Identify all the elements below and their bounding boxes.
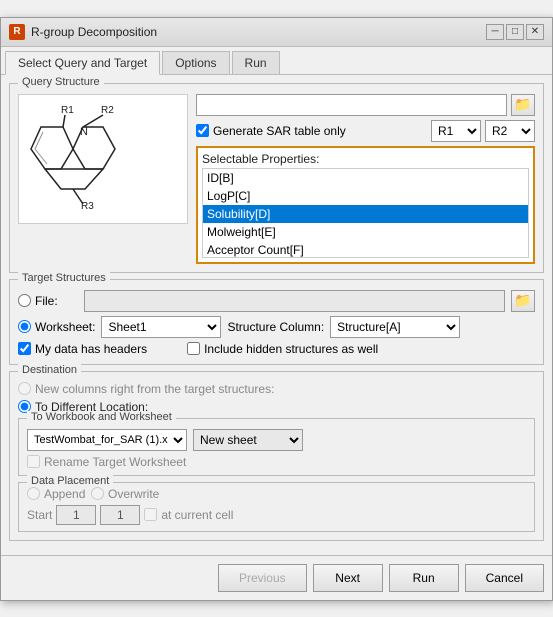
destination-inner: New columns right from the target struct… [18, 382, 535, 532]
prop-item-2[interactable]: Solubility[D] [203, 205, 528, 223]
append-overwrite-row: Append Overwrite [27, 487, 526, 501]
new-columns-label: New columns right from the target struct… [35, 382, 274, 396]
tab-select-query[interactable]: Select Query and Target [5, 51, 160, 75]
r2-select[interactable]: R2 R1 [485, 120, 535, 142]
headers-checkbox-label[interactable]: My data has headers [18, 342, 147, 356]
target-structures-title: Target Structures [18, 272, 110, 284]
title-buttons: ─ □ ✕ [486, 24, 544, 40]
query-file-input[interactable] [196, 94, 507, 116]
destination-group: Destination New columns right from the t… [9, 371, 544, 541]
worksheet-label: Worksheet: [35, 320, 95, 334]
location-group-title: To Workbook and Worksheet [27, 411, 176, 423]
headers-checkbox[interactable] [18, 342, 31, 355]
app-icon: R [9, 24, 25, 40]
start-col-input [56, 505, 96, 525]
target-file-row: File: 📁 [18, 290, 535, 312]
query-right: 📁 Generate SAR table only R1 R2 [196, 94, 535, 264]
bottom-bar: Previous Next Run Cancel [1, 555, 552, 600]
r1-select[interactable]: R1 R2 [431, 120, 481, 142]
at-current-label: at current cell [161, 508, 233, 522]
structure-column-label: Structure Column: [227, 320, 324, 334]
r-group-selects: R1 R2 R2 R1 [431, 120, 535, 142]
sar-label: Generate SAR table only [213, 124, 346, 138]
title-bar-left: R R-group Decomposition [9, 24, 157, 40]
append-radio [27, 487, 40, 500]
run-button[interactable]: Run [389, 564, 459, 592]
molecule-box: R1 R2 R3 N [18, 94, 188, 224]
next-button[interactable]: Next [313, 564, 383, 592]
data-placement-group: Data Placement Append Overwrite Start [18, 482, 535, 532]
minimize-button[interactable]: ─ [486, 24, 504, 40]
sar-checkbox-label[interactable]: Generate SAR table only [196, 124, 346, 138]
prop-item-1[interactable]: LogP[C] [203, 187, 528, 205]
overwrite-label[interactable]: Overwrite [91, 487, 159, 501]
tab-run[interactable]: Run [232, 51, 280, 74]
new-columns-row: New columns right from the target struct… [18, 382, 535, 396]
selectable-props-label: Selectable Properties: [202, 152, 529, 166]
worksheet-radio-label[interactable]: Worksheet: [18, 320, 95, 334]
sar-row: Generate SAR table only R1 R2 R2 R1 [196, 120, 535, 142]
append-label[interactable]: Append [27, 487, 87, 501]
file-radio-label[interactable]: File: [18, 294, 78, 308]
main-content: Query Structure R1 R2 R3 N [1, 75, 552, 555]
props-list[interactable]: ID[B] LogP[C] Solubility[D] Molweight[E]… [202, 168, 529, 258]
structure-column-select[interactable]: Structure[A] [330, 316, 460, 338]
new-columns-radio [18, 382, 31, 395]
query-folder-button[interactable]: 📁 [511, 94, 535, 116]
molecule-svg: R1 R2 R3 N [23, 99, 183, 219]
worksheet-radio[interactable] [18, 320, 31, 333]
target-folder-button[interactable]: 📁 [511, 290, 535, 312]
file-label: File: [35, 294, 58, 308]
close-button[interactable]: ✕ [526, 24, 544, 40]
data-placement-title: Data Placement [27, 475, 113, 487]
prop-item-3[interactable]: Molweight[E] [203, 223, 528, 241]
hidden-checkbox[interactable] [187, 342, 200, 355]
selectable-props-container: Selectable Properties: ID[B] LogP[C] Sol… [196, 146, 535, 264]
sar-checkbox[interactable] [196, 124, 209, 137]
overwrite-radio [91, 487, 104, 500]
tab-options[interactable]: Options [162, 51, 229, 74]
rename-label: Rename Target Worksheet [44, 455, 186, 469]
query-structure-group: Query Structure R1 R2 R3 N [9, 83, 544, 273]
query-structure-inner: R1 R2 R3 N [18, 94, 535, 264]
worksheet-row: Worksheet: Sheet1 Structure Column: Stru… [18, 316, 535, 338]
hidden-label: Include hidden structures as well [204, 342, 378, 356]
title-bar: R R-group Decomposition ─ □ ✕ [1, 18, 552, 47]
svg-text:R2: R2 [101, 105, 114, 116]
workbook-select[interactable]: TestWombat_for_SAR (1).xl [27, 429, 187, 451]
previous-button[interactable]: Previous [218, 564, 307, 592]
current-cell-checkbox [144, 508, 157, 521]
window-title: R-group Decomposition [31, 25, 157, 39]
start-row: Start at current cell [27, 505, 526, 525]
prop-item-0[interactable]: ID[B] [203, 169, 528, 187]
worksheet-select[interactable]: Sheet1 [101, 316, 221, 338]
target-file-input[interactable] [84, 290, 505, 312]
hidden-checkbox-label[interactable]: Include hidden structures as well [187, 342, 378, 356]
rename-checkbox [27, 455, 40, 468]
rename-row: Rename Target Worksheet [27, 455, 526, 469]
sheet-select[interactable]: New sheet [193, 429, 303, 451]
headers-label: My data has headers [35, 342, 147, 356]
workbook-row: TestWombat_for_SAR (1).xl New sheet [27, 429, 526, 451]
query-file-row: 📁 [196, 94, 535, 116]
headers-row: My data has headers Include hidden struc… [18, 342, 535, 356]
destination-title: Destination [18, 364, 81, 376]
file-radio[interactable] [18, 294, 31, 307]
start-row-input [100, 505, 140, 525]
query-structure-title: Query Structure [18, 76, 104, 88]
maximize-button[interactable]: □ [506, 24, 524, 40]
cancel-button[interactable]: Cancel [465, 564, 544, 592]
location-group: To Workbook and Worksheet TestWombat_for… [18, 418, 535, 476]
main-window: R R-group Decomposition ─ □ ✕ Select Que… [0, 17, 553, 601]
start-label: Start [27, 508, 52, 522]
target-structures-group: Target Structures File: 📁 Worksheet: She… [9, 279, 544, 365]
tab-bar: Select Query and Target Options Run [1, 47, 552, 75]
prop-item-4[interactable]: Acceptor Count[F] [203, 241, 528, 258]
svg-text:R1: R1 [61, 105, 74, 116]
